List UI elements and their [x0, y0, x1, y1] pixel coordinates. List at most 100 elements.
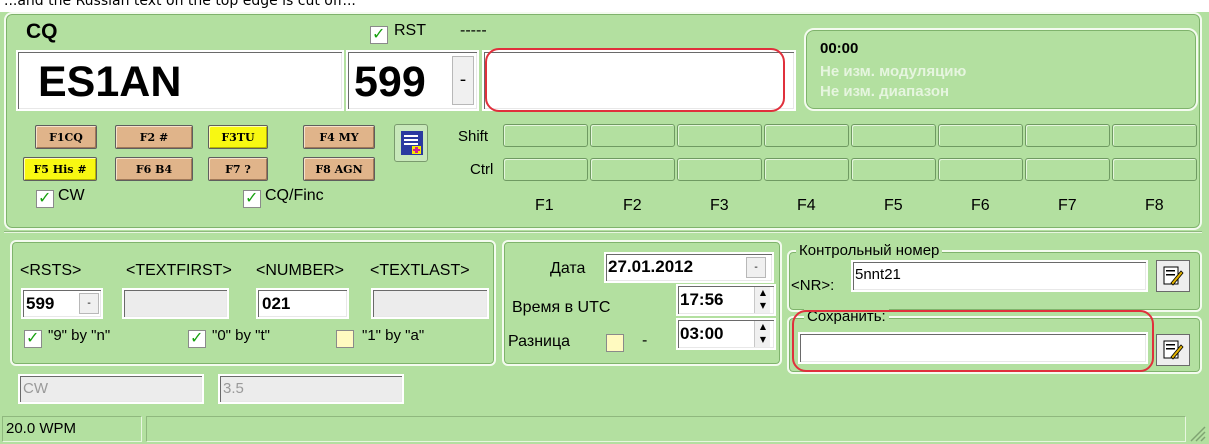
f1-label: F1CQ	[49, 130, 83, 144]
resize-grip-icon[interactable]	[1188, 424, 1206, 442]
rsts-dropdown-button[interactable]: -	[79, 293, 99, 314]
diff-time-input[interactable]: 03:00 ▲ ▼	[676, 318, 776, 350]
ctrl-f7-macro[interactable]	[1025, 158, 1110, 181]
shift-f2-macro[interactable]	[590, 124, 675, 147]
ctrl-f8-macro[interactable]	[1112, 158, 1197, 181]
chevron-down-icon: -	[459, 69, 467, 90]
info-band: Не изм. диапазон	[820, 83, 950, 100]
nr-label: <NR>:	[791, 277, 835, 294]
top-cutoff-text: ...and the Russian text on the top edge …	[4, 0, 356, 9]
ctrl-f6-macro[interactable]	[938, 158, 1023, 181]
status-panel-main	[146, 416, 1186, 442]
f4-my-button[interactable]: F4 MY	[303, 125, 375, 149]
callsign-value: ES1AN	[38, 58, 182, 106]
callsign-input[interactable]: ES1AN	[16, 50, 344, 111]
f5-his-number-button[interactable]: F5 His #	[23, 157, 97, 181]
one-by-a-checkbox[interactable]	[336, 330, 354, 348]
f2-number-button[interactable]: F2 #	[115, 125, 193, 149]
chevron-down-icon: -	[754, 262, 758, 273]
number-value: 021	[262, 294, 291, 313]
control-number-title: Контрольный номер	[796, 242, 943, 259]
utc-time-input[interactable]: 17:56 ▲ ▼	[676, 284, 776, 316]
textlast-input[interactable]	[371, 288, 489, 319]
edit-note-icon	[1163, 266, 1184, 286]
cqfinc-checkbox[interactable]	[243, 188, 261, 208]
rsts-select[interactable]: 599 -	[21, 288, 103, 319]
wpm-value: 20.0 WPM	[6, 420, 77, 437]
list-edit-icon	[401, 131, 423, 155]
spin-down-icon[interactable]: ▼	[755, 300, 771, 313]
shift-f4-macro[interactable]	[764, 124, 849, 147]
rst-checkbox-label: RST	[394, 22, 426, 39]
edit-note-icon	[1163, 340, 1184, 360]
f7-question-button[interactable]: F7 ?	[208, 157, 268, 181]
shift-f1-macro[interactable]	[503, 124, 588, 147]
zero-by-t-label: "0" by "t"	[212, 327, 270, 344]
macro-col-f3: F3	[710, 197, 729, 214]
f5-label: F5 His #	[33, 162, 87, 176]
f3-label: F3TU	[221, 130, 255, 144]
rst-dropdown-button[interactable]: -	[452, 56, 474, 105]
shift-f5-macro[interactable]	[851, 124, 936, 147]
nr-value: 5nnt21	[855, 266, 901, 283]
rst-checkbox[interactable]	[370, 24, 388, 44]
f8-label: F8 AGN	[315, 162, 363, 176]
comment-highlight	[485, 48, 785, 112]
ctrl-f3-macro[interactable]	[677, 158, 762, 181]
rst-input[interactable]: 599 -	[346, 50, 479, 111]
f6-label: F6 B4	[135, 162, 173, 176]
section-divider	[4, 231, 1202, 233]
ctrl-f1-macro[interactable]	[503, 158, 588, 181]
spin-up-icon[interactable]: ▲	[755, 287, 771, 300]
date-picker[interactable]: 27.01.2012 -	[604, 252, 774, 283]
f3-tu-button[interactable]: F3TU	[208, 125, 268, 149]
shift-row-label: Shift	[458, 128, 489, 145]
shift-f7-macro[interactable]	[1025, 124, 1110, 147]
nr-input[interactable]: 5nnt21	[851, 260, 1148, 292]
diff-time-value: 03:00	[680, 324, 724, 343]
diff-spin[interactable]: ▲ ▼	[754, 321, 770, 347]
ctrl-f4-macro[interactable]	[764, 158, 849, 181]
date-label: Дата	[550, 260, 586, 277]
rsts-value: 599	[26, 294, 55, 313]
ctrl-f5-macro[interactable]	[851, 158, 936, 181]
rst-dashes: -----	[460, 22, 487, 39]
date-dropdown-button[interactable]: -	[746, 257, 766, 278]
macro-col-f1: F1	[535, 197, 554, 214]
band-value: 3.5	[223, 380, 244, 397]
macro-col-f4: F4	[797, 197, 816, 214]
diff-checkbox[interactable]	[606, 334, 624, 352]
macro-col-f8: F8	[1145, 197, 1164, 214]
header-number: <NUMBER>	[256, 262, 345, 279]
cw-checkbox[interactable]	[36, 188, 54, 208]
save-edit-button[interactable]	[1156, 334, 1190, 366]
header-textlast: <TEXTLAST>	[370, 262, 470, 279]
f6-b4-button[interactable]: F6 B4	[115, 157, 193, 181]
diff-label: Разница	[508, 333, 571, 350]
number-input[interactable]: 021	[256, 288, 349, 319]
spin-up-icon[interactable]: ▲	[755, 321, 771, 334]
band-field[interactable]: 3.5	[218, 374, 404, 404]
ctrl-f2-macro[interactable]	[590, 158, 675, 181]
edit-macros-button[interactable]	[394, 124, 428, 162]
f1-cq-button[interactable]: F1CQ	[35, 125, 97, 149]
top-cutoff-strip: ...and the Russian text on the top edge …	[0, 0, 1209, 12]
diff-sign: -	[642, 332, 648, 349]
shift-f3-macro[interactable]	[677, 124, 762, 147]
f7-label: F7 ?	[225, 162, 251, 176]
shift-f6-macro[interactable]	[938, 124, 1023, 147]
zero-by-t-checkbox[interactable]	[188, 328, 206, 348]
f8-agn-button[interactable]: F8 AGN	[303, 157, 375, 181]
spin-down-icon[interactable]: ▼	[755, 334, 771, 347]
nr-edit-button[interactable]	[1156, 260, 1190, 292]
shift-f8-macro[interactable]	[1112, 124, 1197, 147]
macro-col-f6: F6	[971, 197, 990, 214]
chevron-down-icon: -	[87, 298, 91, 309]
mode-value: CW	[23, 380, 48, 397]
utc-spin[interactable]: ▲ ▼	[754, 287, 770, 313]
info-time: 00:00	[820, 40, 859, 57]
mode-field[interactable]: CW	[18, 374, 204, 404]
textfirst-input[interactable]	[122, 288, 229, 319]
utc-label: Время в UTC	[512, 299, 611, 316]
nine-by-n-checkbox[interactable]	[24, 328, 42, 348]
